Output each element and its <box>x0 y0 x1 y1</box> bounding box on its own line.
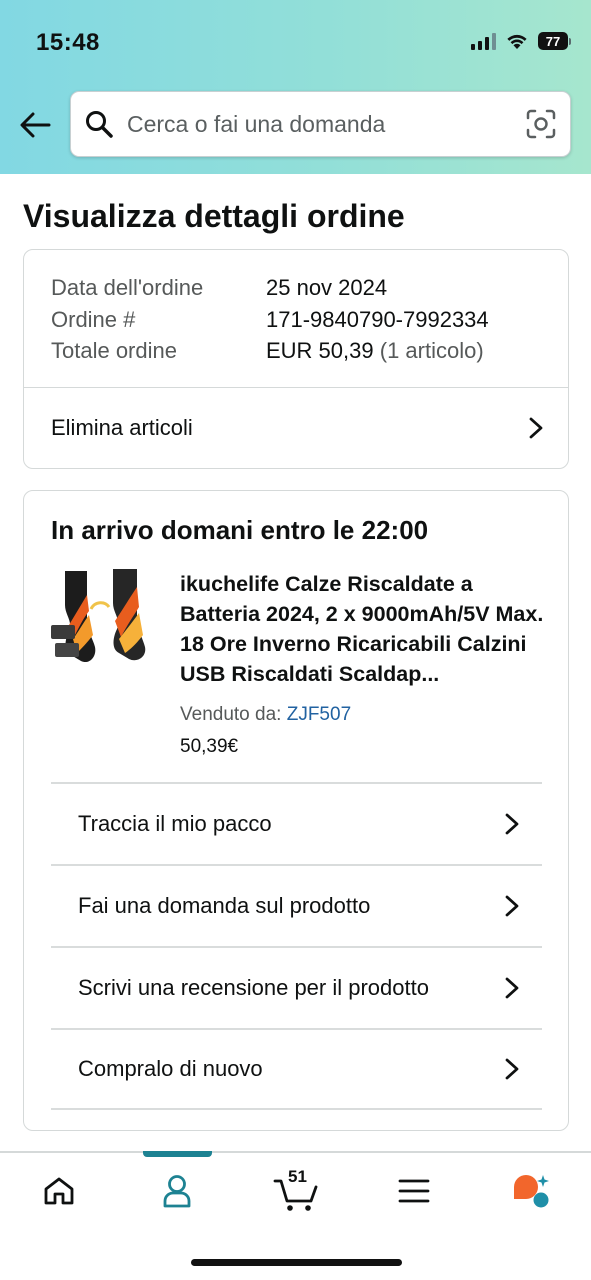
back-arrow-icon[interactable] <box>16 106 54 144</box>
ask-question-label: Fai una domanda sul prodotto <box>78 893 371 918</box>
seller-link[interactable]: ZJF507 <box>287 704 351 725</box>
battery-level: 77 <box>538 32 568 50</box>
chevron-right-icon <box>505 813 519 835</box>
order-number-row: Ordine # 171-9840790-7992334 <box>51 307 489 333</box>
active-tab-indicator <box>143 1151 212 1157</box>
product-image[interactable] <box>51 565 157 673</box>
buy-again-row[interactable]: Compralo di nuovo <box>51 1028 542 1110</box>
seller-info: Venduto da: ZJF507 <box>180 704 351 726</box>
account-icon <box>163 1175 191 1208</box>
app-header: 15:48 77 <box>0 0 591 174</box>
order-number-value: 171-9840790-7992334 <box>266 307 489 332</box>
ask-product-question-row[interactable]: Fai una domanda sul prodotto <box>51 864 542 946</box>
track-package-row[interactable]: Traccia il mio pacco <box>51 782 542 864</box>
menu-icon <box>398 1179 430 1203</box>
nav-menu[interactable] <box>384 1171 444 1211</box>
status-icons: 77 <box>471 32 571 50</box>
home-icon <box>44 1177 74 1205</box>
camera-scan-icon[interactable] <box>526 109 556 139</box>
nav-account[interactable] <box>147 1171 207 1211</box>
product-title[interactable]: ikuchelife Calze Riscaldate a Batteria 2… <box>180 569 545 689</box>
wifi-icon <box>507 34 527 49</box>
order-date-label: Data dell'ordine <box>51 275 204 300</box>
arrival-status: In arrivo domani entro le 22:00 <box>51 515 429 545</box>
order-total-value: EUR 50,39 (1 articolo) <box>266 338 484 363</box>
remove-items-label: Elimina articoli <box>51 415 193 440</box>
order-summary-card: Data dell'ordine 25 nov 2024 Ordine # 17… <box>23 249 569 469</box>
nav-cart[interactable] <box>266 1175 326 1215</box>
buy-again-label: Compralo di nuovo <box>78 1056 263 1081</box>
order-total-label: Totale ordine <box>51 338 177 363</box>
home-indicator <box>191 1259 402 1266</box>
cart-icon <box>273 1179 318 1211</box>
shipment-card: In arrivo domani entro le 22:00 ikucheli… <box>23 490 569 1131</box>
seller-label: Venduto da: <box>180 704 282 725</box>
chevron-right-icon <box>505 895 519 917</box>
write-review-row[interactable]: Scrivi una recensione per il prodotto <box>51 946 542 1028</box>
search-bar[interactable] <box>70 91 571 157</box>
nav-home[interactable] <box>29 1171 89 1211</box>
remove-items-row[interactable]: Elimina articoli <box>24 388 568 468</box>
order-total-row: Totale ordine EUR 50,39 (1 articolo) <box>51 338 484 364</box>
chevron-right-icon <box>529 417 543 439</box>
track-package-label: Traccia il mio pacco <box>78 811 272 836</box>
order-date-row: Data dell'ordine 25 nov 2024 <box>51 275 387 301</box>
page-title: Visualizza dettagli ordine <box>23 198 405 234</box>
rufus-icon <box>514 1175 549 1208</box>
chevron-right-icon <box>505 977 519 999</box>
signal-icon <box>471 32 496 50</box>
product-price: 50,39€ <box>180 736 239 757</box>
order-number-label: Ordine # <box>51 307 136 332</box>
write-review-label: Scrivi una recensione per il prodotto <box>78 975 429 1000</box>
search-input[interactable] <box>127 110 526 138</box>
search-icon <box>86 111 113 138</box>
battery-icon: 77 <box>538 32 571 50</box>
nav-rufus[interactable] <box>502 1171 562 1211</box>
order-item-count: (1 articolo) <box>373 338 484 363</box>
status-time: 15:48 <box>36 29 100 56</box>
chevron-right-icon <box>505 1058 519 1080</box>
order-date-value: 25 nov 2024 <box>266 275 388 300</box>
